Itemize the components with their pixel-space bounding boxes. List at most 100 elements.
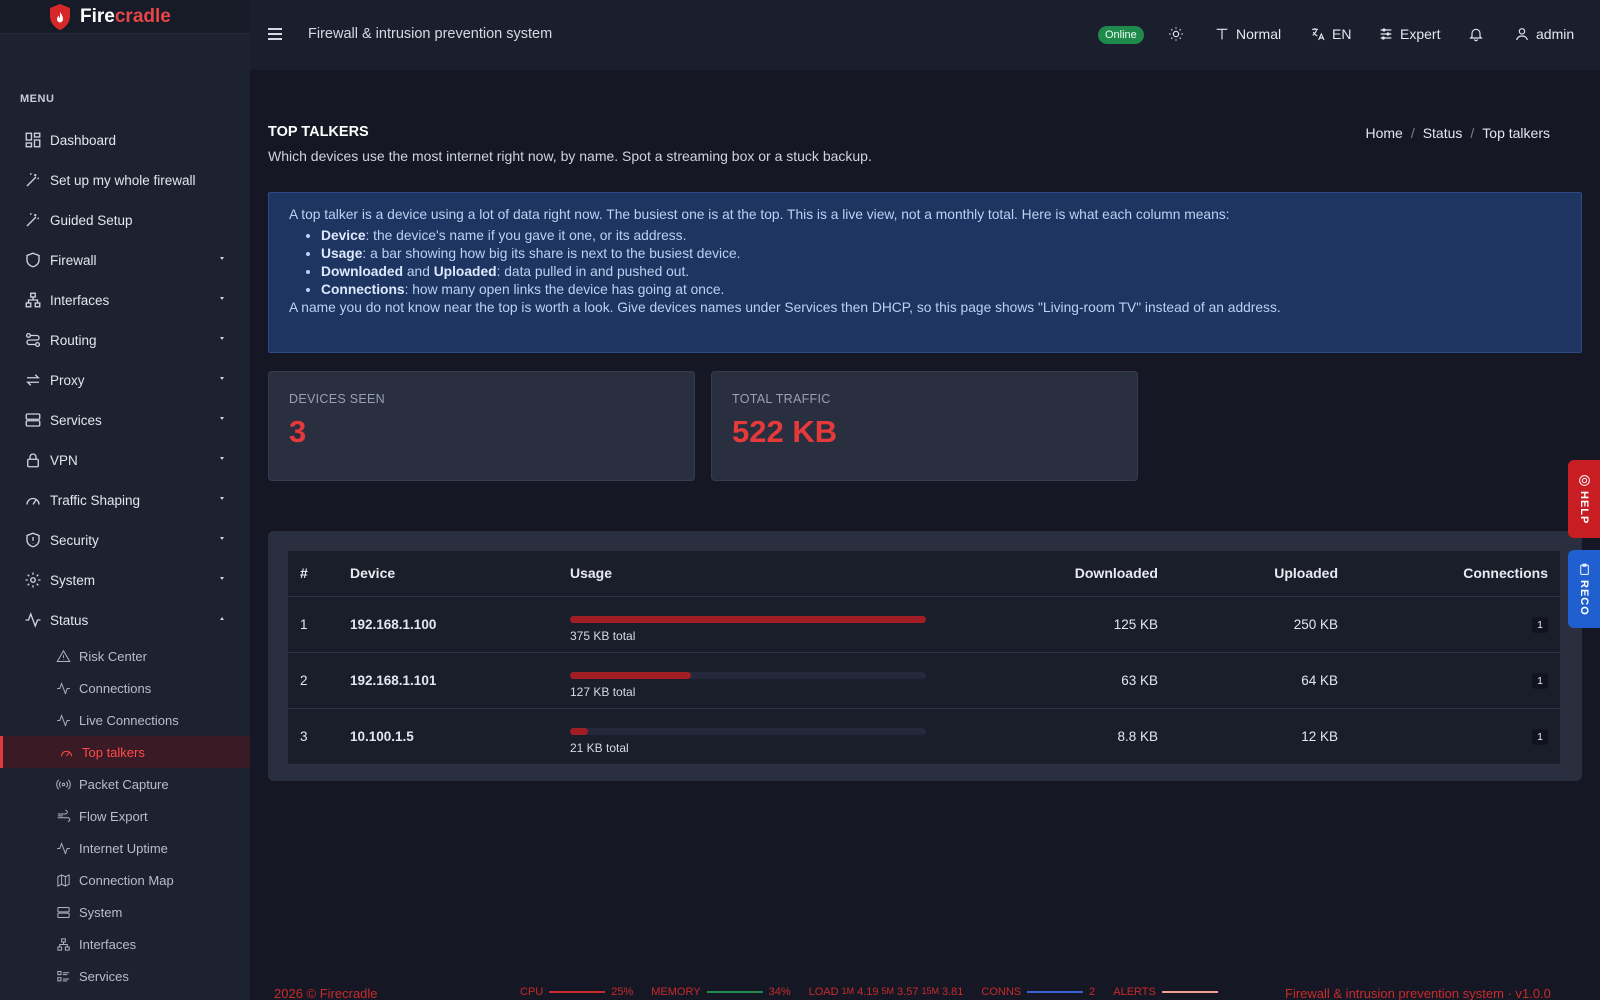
cell-downloaded: 63 KB [938, 652, 1158, 709]
chevron-down-icon [220, 497, 224, 500]
lock-icon [27, 453, 39, 468]
stat-card-traffic: TOTAL TRAFFIC 522 KB [711, 371, 1138, 481]
sidebar-subitem-interfaces[interactable]: Interfaces [0, 928, 250, 960]
sidebar-item-system[interactable]: System [0, 560, 250, 600]
stat-value: 522 KB [732, 414, 838, 449]
sidebar-item-proxy[interactable]: Proxy [0, 360, 250, 400]
route-icon [25, 332, 41, 348]
shield-alert-icon [26, 532, 40, 548]
network-icon [57, 937, 70, 951]
table-row[interactable]: 1 192.168.1.100 375 KB total 125 KB 250 … [288, 596, 1560, 653]
sidebar-item-guided-setup[interactable]: Guided Setup [0, 200, 250, 240]
warning-icon [56, 649, 71, 662]
sidebar-subitem-label: Live Connections [79, 712, 179, 728]
sidebar-item-interfaces[interactable]: Interfaces [0, 280, 250, 320]
sidebar-subitem-label: Connection Map [79, 872, 174, 888]
sidebar-item-routing[interactable]: Routing [0, 320, 250, 360]
chevron-down-icon [220, 337, 224, 340]
usage-bar [570, 727, 926, 735]
sidebar-subitem-label: Top talkers [82, 744, 145, 760]
column-header-rank[interactable]: # [288, 551, 350, 597]
wand-icon [26, 213, 39, 227]
sidebar-item-vpn[interactable]: VPN [0, 440, 250, 480]
gauge-icon [26, 497, 40, 505]
help-tab[interactable]: HELP [1568, 460, 1600, 538]
sidebar-subitem-internet-uptime[interactable]: Internet Uptime [0, 832, 250, 864]
breadcrumb-status[interactable]: Status [1423, 125, 1463, 141]
table-row[interactable]: 2 192.168.1.101 127 KB total 63 KB 64 KB… [288, 652, 1560, 709]
topbar: Firewall & intrusion prevention system O… [250, 0, 1600, 70]
usage-bar-fill [570, 727, 588, 735]
sidebar-item-label: Firewall [50, 252, 97, 268]
mode-button[interactable]: Expert [1378, 26, 1440, 42]
sidebar-subitem-label: Risk Center [79, 648, 147, 664]
table-row[interactable]: 3 10.100.1.5 21 KB total 8.8 KB 12 KB 1 [288, 708, 1560, 765]
sidebar-item-label: Interfaces [50, 292, 110, 308]
reco-tab-label: RECO [1578, 579, 1590, 616]
column-header-usage[interactable]: Usage [570, 551, 938, 597]
wand-icon [26, 173, 39, 187]
sidebar-subitem-live-connections[interactable]: Live Connections [0, 704, 250, 736]
sidebar-subitem-packet-capture[interactable]: Packet Capture [0, 768, 250, 800]
cell-usage: 127 KB total [570, 652, 938, 709]
flow-icon [57, 809, 71, 822]
text-size-button[interactable]: Normal [1214, 26, 1281, 42]
server-icon [57, 906, 70, 918]
column-header-connections[interactable]: Connections [1338, 551, 1560, 597]
menu-toggle-icon[interactable] [268, 28, 282, 40]
footer-version: Firewall & intrusion prevention system ·… [1285, 986, 1551, 1000]
sidebar-item-firewall[interactable]: Firewall [0, 240, 250, 280]
sidebar-item-status[interactable]: Status [0, 600, 250, 640]
sidebar-item-label: System [50, 572, 96, 588]
server-icon [25, 413, 41, 427]
info-alert: A top talker is a device using a lot of … [268, 192, 1582, 353]
sidebar-item-label: Traffic Shaping [50, 492, 141, 508]
user-menu-button[interactable]: admin [1514, 26, 1574, 42]
theme-toggle-button[interactable] [1168, 26, 1190, 42]
activity-icon [57, 713, 70, 727]
metric-load: LOAD 1M 4.19 5M 3.57 15M 3.81 [808, 986, 964, 998]
breadcrumb-separator: / [1410, 125, 1415, 141]
info-item-usage: Usage: a bar showing how big its share i… [321, 246, 1561, 261]
table-header-row: # Device Usage Downloaded Uploaded Conne… [288, 551, 1560, 597]
sidebar-item-security[interactable]: Security [0, 520, 250, 560]
connections-count: 1 [1532, 616, 1548, 633]
notifications-button[interactable] [1468, 26, 1490, 42]
usage-text: 375 KB total [570, 628, 636, 643]
sidebar-subitem-connections[interactable]: Connections [0, 672, 250, 704]
sidebar-item-setup-firewall[interactable]: Set up my whole firewall [0, 160, 250, 200]
sidebar-subitem-system[interactable]: System [0, 896, 250, 928]
language-button[interactable]: EN [1310, 26, 1351, 42]
stat-label: TOTAL TRAFFIC [732, 392, 831, 406]
chevron-down-icon [220, 457, 224, 460]
brand[interactable]: Firecradle [0, 0, 250, 34]
sidebar-subitem-risk-center[interactable]: Risk Center [0, 640, 250, 672]
sidebar-item-dashboard[interactable]: Dashboard [0, 120, 250, 160]
activity-icon [57, 681, 70, 695]
sidebar-subitem-top-talkers[interactable]: Top talkers [0, 736, 250, 768]
column-header-device[interactable]: Device [350, 551, 570, 597]
sidebar-item-traffic-shaping[interactable]: Traffic Shaping [0, 480, 250, 520]
sidebar-item-services[interactable]: Services [0, 400, 250, 440]
usage-bar-fill [570, 671, 692, 679]
column-header-uploaded[interactable]: Uploaded [1158, 551, 1338, 597]
sidebar-subitem-label: Flow Export [79, 808, 148, 824]
breadcrumb-home[interactable]: Home [1365, 125, 1402, 141]
sidebar-subitem-label: Internet Uptime [79, 840, 168, 856]
brand-name: Firecradle [80, 5, 171, 27]
column-header-downloaded[interactable]: Downloaded [938, 551, 1158, 597]
cell-uploaded: 250 KB [1158, 596, 1338, 653]
sidebar-item-label: Status [50, 612, 89, 628]
reco-tab[interactable]: RECO [1568, 550, 1600, 628]
sidebar-subitem-label: Services [79, 968, 129, 984]
info-item-traffic: Downloaded and Uploaded: data pulled in … [321, 264, 1561, 279]
sidebar-subitem-services[interactable]: Services [0, 960, 250, 992]
stat-value: 3 [289, 414, 307, 449]
sidebar-subitem-connection-map[interactable]: Connection Map [0, 864, 250, 896]
status-submenu: Risk Center Connections Live Connections… [0, 640, 250, 992]
breadcrumb: Home / Status / Top talkers [1365, 125, 1550, 141]
clipboard-icon [1579, 563, 1589, 575]
bell-icon [1469, 28, 1483, 42]
page-title: TOP TALKERS [268, 124, 369, 140]
sidebar-subitem-flow-export[interactable]: Flow Export [0, 800, 250, 832]
